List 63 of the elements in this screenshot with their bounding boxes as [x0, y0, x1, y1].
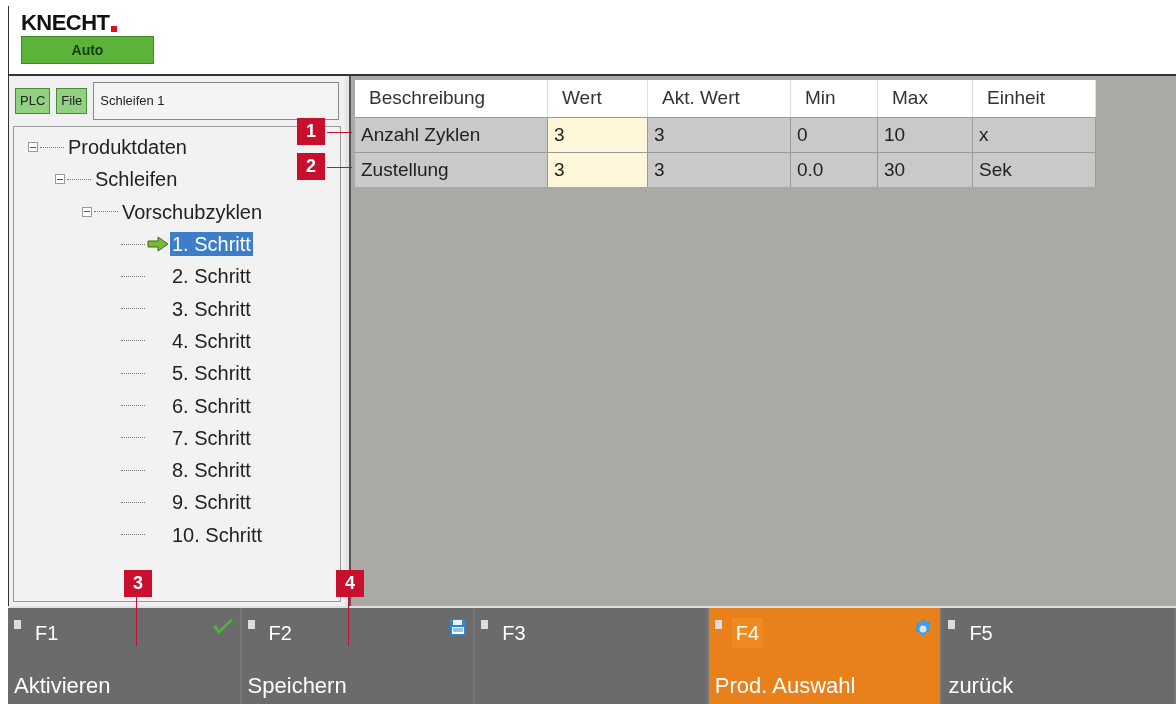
indicator-icon [14, 620, 21, 629]
mode-indicator: Auto [21, 36, 154, 64]
key-label: F2 [267, 621, 293, 646]
table-cell: 10 [878, 118, 973, 152]
table-cell: Sek [973, 153, 1096, 187]
tree-item[interactable]: 3. Schritt [170, 296, 253, 321]
leader-line [136, 596, 137, 646]
leader-line [327, 132, 352, 133]
leader-line [327, 167, 352, 168]
leader-line [348, 596, 349, 646]
tree-item[interactable]: 5. Schritt [170, 361, 253, 386]
key-caption: Aktivieren [14, 672, 112, 700]
expand-toggle-icon[interactable] [55, 174, 65, 185]
indicator-icon [247, 620, 255, 629]
name-field[interactable]: Schleifen 1 [93, 82, 339, 120]
tree-item[interactable]: 7. Schritt [170, 425, 253, 450]
table-cell: 3 [648, 153, 791, 187]
tree-item[interactable]: 10. Schritt [170, 522, 265, 547]
column-header: Akt. Wert [648, 80, 791, 117]
table-cell: x [973, 118, 1096, 152]
table-cell: Anzahl Zyklen [355, 118, 548, 152]
table-cell: 0.0 [791, 153, 878, 187]
column-header: Beschreibung [355, 80, 548, 117]
tree-item[interactable]: 4. Schritt [170, 328, 253, 353]
table-cell: 0 [791, 118, 878, 152]
callout-number: 3 [124, 570, 152, 597]
tree-item[interactable]: 2. Schritt [170, 264, 253, 289]
table-cell: 30 [878, 153, 973, 187]
callout-number: 4 [336, 570, 364, 597]
key-caption: Speichern [247, 672, 348, 700]
callout-number: 1 [297, 118, 325, 145]
table-cell[interactable]: 3 [548, 118, 648, 152]
toolbar-button[interactable]: File [56, 88, 88, 114]
tree-item[interactable]: Vorschubzyklen [120, 199, 265, 224]
column-header: Wert [548, 80, 648, 117]
table-cell: Zustellung [355, 153, 548, 187]
key-label: F5 [968, 621, 994, 646]
expand-toggle-icon[interactable] [28, 142, 38, 153]
tree-item[interactable]: 9. Schritt [170, 490, 253, 515]
checkmark-icon [211, 618, 234, 636]
indicator-icon [714, 620, 722, 629]
tree-item[interactable]: 1. Schritt [170, 232, 253, 257]
key-label: F4 [731, 618, 764, 648]
column-header: Max [878, 80, 973, 117]
tree-item[interactable]: 6. Schritt [170, 393, 253, 418]
tree-item[interactable]: Produktdaten [66, 135, 189, 160]
logo: KNECHT [21, 12, 110, 34]
tree-item[interactable]: 8. Schritt [170, 458, 253, 483]
indicator-icon [481, 620, 489, 629]
key-label: F1 [34, 621, 60, 646]
arrow-icon [147, 236, 169, 253]
toolbar-button[interactable]: PLC [15, 88, 51, 114]
tree-item[interactable]: Schleifen [93, 167, 180, 192]
table-cell: 3 [648, 118, 791, 152]
expand-toggle-icon[interactable] [82, 206, 92, 217]
key-caption: zurück [948, 672, 1015, 700]
key-label: F3 [501, 621, 527, 646]
column-header: Einheit [973, 80, 1096, 117]
key-caption: Prod. Auswahl [714, 672, 857, 700]
callout-number: 2 [297, 153, 325, 180]
table-cell[interactable]: 3 [548, 153, 648, 187]
column-header: Min [791, 80, 878, 117]
indicator-icon [948, 620, 956, 629]
